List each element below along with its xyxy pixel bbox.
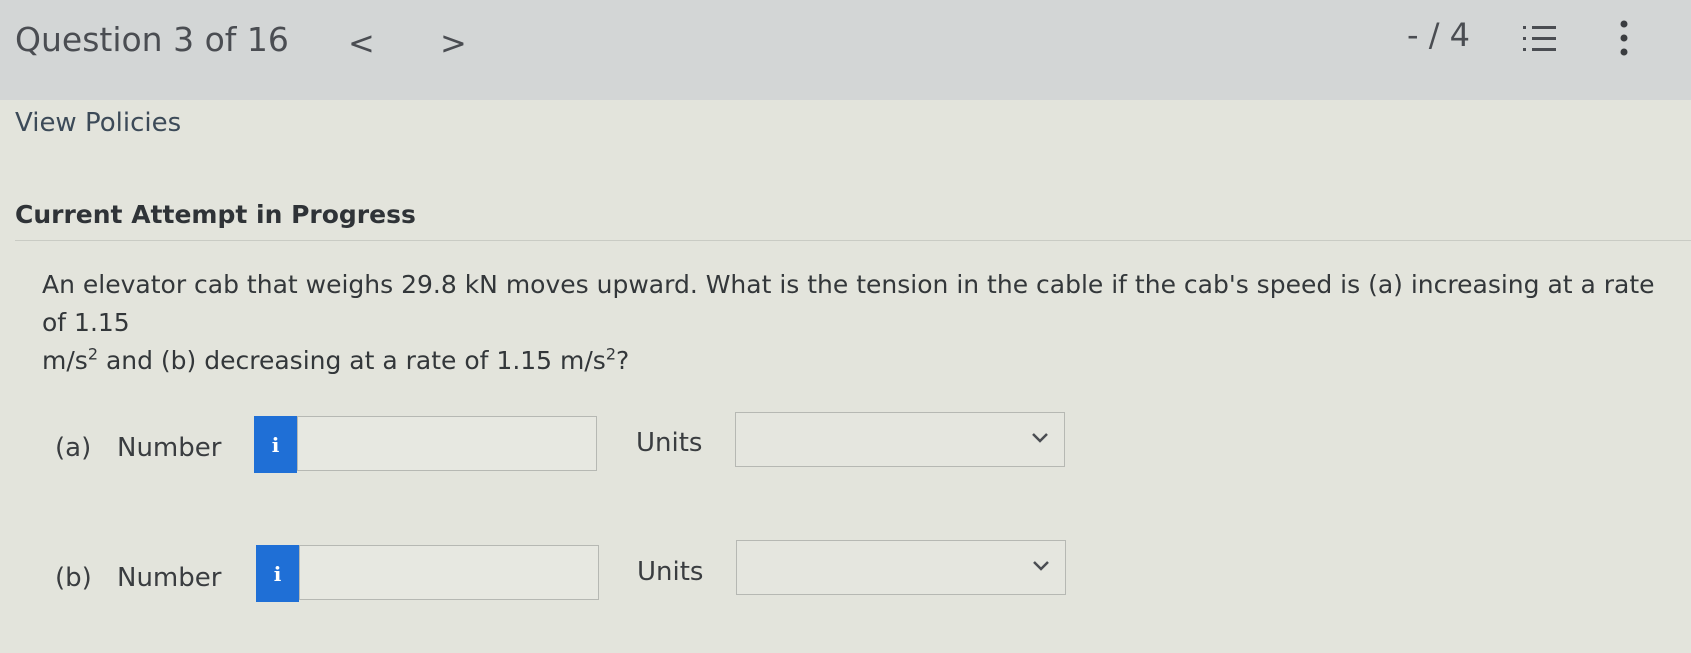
divider — [15, 240, 1691, 241]
question-unit-1: m/s — [42, 346, 88, 375]
next-question-button[interactable]: > — [440, 24, 467, 62]
attempt-heading: Current Attempt in Progress — [15, 200, 416, 229]
view-policies-link[interactable]: View Policies — [15, 108, 181, 138]
superscript-1: 2 — [87, 344, 98, 364]
previous-question-button[interactable]: < — [348, 24, 375, 62]
question-counter: Question 3 of 16 — [15, 20, 289, 59]
chevron-down-icon — [1033, 561, 1049, 571]
question-end: ? — [616, 346, 630, 375]
question-text: An elevator cab that weighs 29.8 kN move… — [42, 266, 1662, 380]
question-line-1: An elevator cab that weighs 29.8 kN move… — [42, 270, 1655, 337]
part-b-number-input[interactable] — [299, 545, 599, 600]
part-b-units-label: Units — [637, 557, 704, 587]
part-a-number-input[interactable] — [297, 416, 597, 471]
score-display: - / 4 — [1407, 16, 1471, 54]
chevron-down-icon — [1032, 433, 1048, 443]
more-options-icon[interactable] — [1617, 18, 1631, 58]
top-bar: Question 3 of 16 < > - / 4 — [0, 0, 1691, 100]
list-icon[interactable] — [1522, 22, 1558, 56]
part-a-label: (a) — [55, 433, 92, 463]
part-a-units-select[interactable] — [735, 412, 1065, 467]
part-b-units-select[interactable] — [736, 540, 1066, 595]
part-b-number-label: Number — [117, 563, 222, 593]
part-a-number-label: Number — [117, 433, 222, 463]
part-a-units-label: Units — [636, 428, 703, 458]
superscript-2: 2 — [605, 344, 617, 364]
part-b-info-icon[interactable]: i — [256, 545, 299, 602]
part-a-info-icon[interactable]: i — [254, 416, 297, 473]
question-line-2: and (b) decreasing at a rate of 1.15 m/s — [98, 346, 606, 375]
part-b-label: (b) — [55, 563, 92, 593]
